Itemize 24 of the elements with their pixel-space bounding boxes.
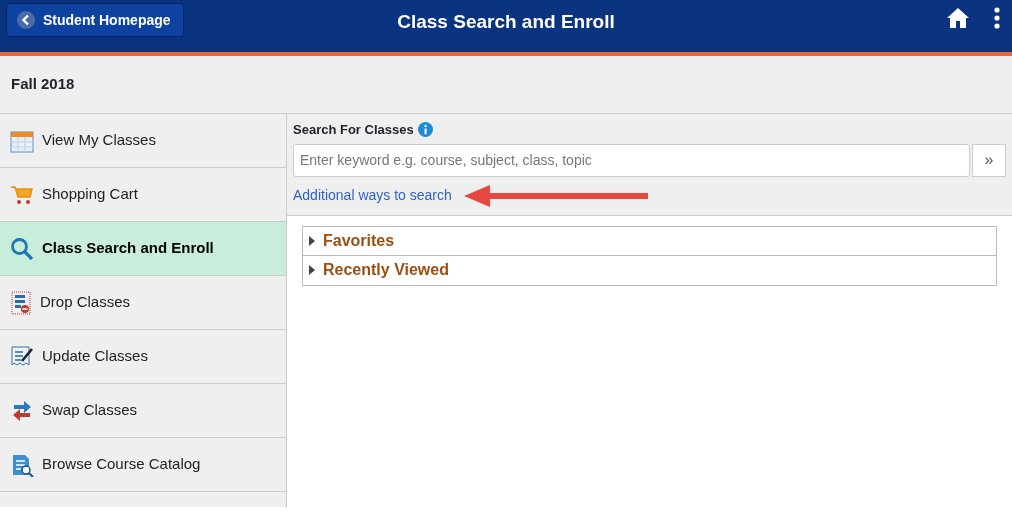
page-title: Class Search and Enroll (397, 11, 615, 32)
back-button[interactable]: Student Homepage (6, 3, 184, 37)
sidebar-item[interactable]: Drop Classes (0, 276, 286, 330)
document-remove-icon (10, 290, 32, 315)
more-options-icon[interactable] (994, 7, 1000, 29)
document-edit-icon (10, 344, 34, 369)
collapsible-section-header[interactable]: Favorites (302, 225, 997, 256)
info-icon[interactable] (417, 122, 433, 138)
sidebar-item[interactable]: Swap Classes (0, 384, 286, 438)
search-label: Search For Classes (293, 121, 414, 139)
sidebar-item[interactable]: Class Search and Enroll (0, 222, 286, 276)
sidebar-item[interactable]: Browse Course Catalog (0, 438, 286, 492)
additional-search-link[interactable]: Additional ways to search (293, 185, 452, 206)
sidebar-item[interactable]: Update Classes (0, 330, 286, 384)
sidebar-item[interactable]: View My Classes (0, 114, 286, 168)
search-field[interactable]: Enter keyword e.g. course, subject, class, topic (293, 143, 970, 177)
calendar-icon (10, 128, 34, 153)
search-icon (10, 236, 34, 261)
collapsible-section-header[interactable]: Recently Viewed (302, 255, 997, 286)
term-label: Fall 2018 (11, 74, 75, 95)
search-submit-button[interactable]: » (972, 143, 1006, 177)
back-icon (17, 11, 35, 29)
document-search-icon (10, 452, 34, 477)
home-icon[interactable] (946, 7, 970, 29)
